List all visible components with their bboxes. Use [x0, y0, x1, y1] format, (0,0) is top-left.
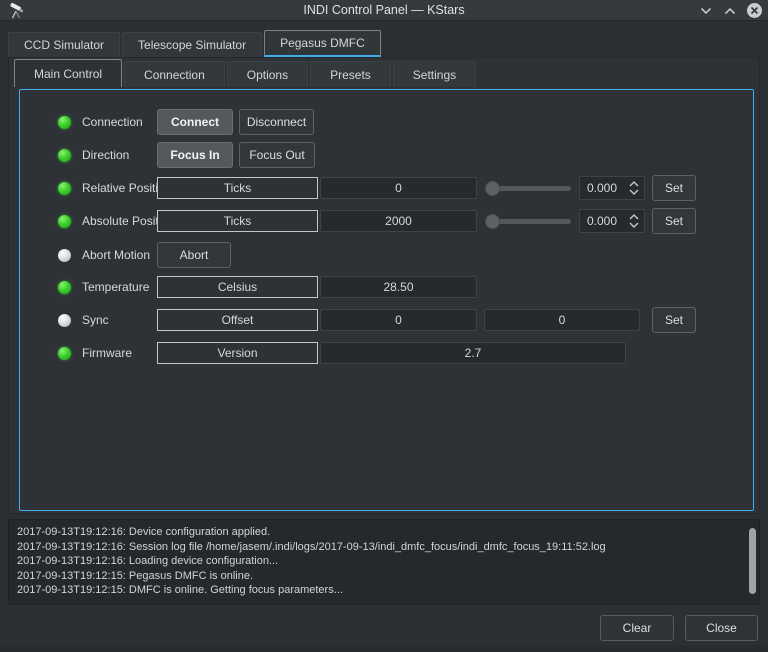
indi-control-panel-window: INDI Control Panel — KStars CCD Simulato… [0, 0, 768, 652]
device-tabbar: CCD Simulator Telescope Simulator Pegasu… [8, 30, 383, 57]
slider-track [493, 219, 571, 224]
tab-connection[interactable]: Connection [124, 61, 225, 87]
property-tabbar: Main Control Connection Options Presets … [14, 59, 478, 87]
row-label: Direction [82, 148, 129, 162]
close-icon [747, 3, 762, 18]
tab-pegasus-dmfc[interactable]: Pegasus DMFC [264, 30, 381, 57]
spin-down-icon [629, 222, 639, 228]
row-label: Firmware [82, 346, 132, 360]
main-control-panel: Connection Connect Disconnect Direction … [19, 89, 754, 511]
row-label: Sync [82, 313, 109, 327]
titlebar: INDI Control Panel — KStars [0, 0, 768, 21]
log-line: 2017-09-13T19:12:15: Pegasus DMFC is onl… [17, 569, 743, 584]
row-sync: Sync Offset 0 0 Set [20, 307, 753, 333]
focus-out-button[interactable]: Focus Out [239, 142, 315, 168]
sync-input-field[interactable]: 0 [484, 309, 640, 331]
temperature-value-field: 28.50 [320, 276, 477, 298]
titlebar-controls [698, 0, 762, 21]
row-label: Abort Motion [82, 248, 150, 262]
absolute-position-slider[interactable] [485, 214, 571, 229]
device-page-pegasus-dmfc: Main Control Connection Options Presets … [8, 57, 760, 514]
firmware-status-led [58, 347, 71, 360]
spinbox-arrows [629, 214, 644, 228]
row-abort-motion: Abort Motion Abort [20, 242, 753, 268]
sync-set-button[interactable]: Set [652, 307, 696, 333]
minimize-icon[interactable] [698, 3, 714, 19]
relative-position-spinbox[interactable]: 0.000 [579, 176, 645, 200]
tab-main-control[interactable]: Main Control [14, 59, 122, 87]
temperature-status-led [58, 281, 71, 294]
relative-position-status-led [58, 182, 71, 195]
log-line: 2017-09-13T19:12:15: DMFC is online. Get… [17, 583, 743, 598]
relative-position-value-field[interactable]: 0 [320, 177, 477, 199]
scrollbar-thumb[interactable] [749, 528, 756, 594]
row-firmware: Firmware Version 2.7 [20, 340, 753, 366]
tab-presets[interactable]: Presets [310, 61, 391, 87]
row-relative-position: Relative Position Ticks 0 0.000 Set [20, 175, 753, 201]
log-view[interactable]: 2017-09-13T19:12:16: Device configuratio… [8, 519, 760, 605]
spinbox-value: 0.000 [580, 181, 629, 195]
close-dialog-button[interactable]: Close [685, 615, 758, 641]
log-scrollbar[interactable] [749, 524, 756, 600]
clear-button[interactable]: Clear [600, 615, 674, 641]
spin-up-icon [629, 214, 639, 220]
row-label: Connection [82, 115, 143, 129]
spinbox-arrows [629, 181, 644, 195]
focus-in-button[interactable]: Focus In [157, 142, 233, 168]
connection-status-led [58, 116, 71, 129]
connect-button[interactable]: Connect [157, 109, 233, 135]
relative-position-slider[interactable] [485, 181, 571, 196]
row-connection: Connection Connect Disconnect [20, 109, 753, 135]
absolute-position-set-button[interactable]: Set [652, 208, 696, 234]
row-direction: Direction Focus In Focus Out [20, 142, 753, 168]
window-bottom-edge [0, 645, 768, 652]
close-button[interactable] [746, 3, 762, 19]
sync-value-field[interactable]: 0 [320, 309, 477, 331]
slider-track [493, 186, 571, 191]
row-label: Temperature [82, 280, 149, 294]
direction-status-led [58, 149, 71, 162]
relative-position-element-label: Ticks [157, 177, 318, 199]
relative-position-set-button[interactable]: Set [652, 175, 696, 201]
slider-handle[interactable] [485, 181, 500, 196]
row-temperature: Temperature Celsius 28.50 [20, 274, 753, 300]
window-title: INDI Control Panel — KStars [0, 3, 768, 17]
firmware-element-label: Version [157, 342, 318, 364]
sync-status-led [58, 314, 71, 327]
absolute-position-value-field[interactable]: 2000 [320, 210, 477, 232]
absolute-position-spinbox[interactable]: 0.000 [579, 209, 645, 233]
tab-telescope-simulator[interactable]: Telescope Simulator [122, 32, 262, 57]
sync-element-label: Offset [157, 309, 318, 331]
log-line: 2017-09-13T19:12:16: Loading device conf… [17, 554, 743, 569]
tab-options[interactable]: Options [227, 61, 308, 87]
temperature-element-label: Celsius [157, 276, 318, 298]
tab-settings[interactable]: Settings [393, 61, 476, 87]
abort-button[interactable]: Abort [157, 242, 231, 268]
tab-ccd-simulator[interactable]: CCD Simulator [8, 32, 120, 57]
log-line: 2017-09-13T19:12:16: Device configuratio… [17, 525, 743, 540]
disconnect-button[interactable]: Disconnect [239, 109, 314, 135]
maximize-icon[interactable] [722, 3, 738, 19]
absolute-position-element-label: Ticks [157, 210, 318, 232]
row-absolute-position: Absolute Position Ticks 2000 0.000 Set [20, 208, 753, 234]
firmware-value-field: 2.7 [320, 342, 626, 364]
log-line: 2017-09-13T19:12:16: Session log file /h… [17, 540, 743, 555]
telescope-icon [8, 2, 26, 19]
spin-up-icon [629, 181, 639, 187]
abort-motion-status-led [58, 249, 71, 262]
absolute-position-status-led [58, 215, 71, 228]
spinbox-value: 0.000 [580, 214, 629, 228]
spin-down-icon [629, 189, 639, 195]
slider-handle[interactable] [485, 214, 500, 229]
